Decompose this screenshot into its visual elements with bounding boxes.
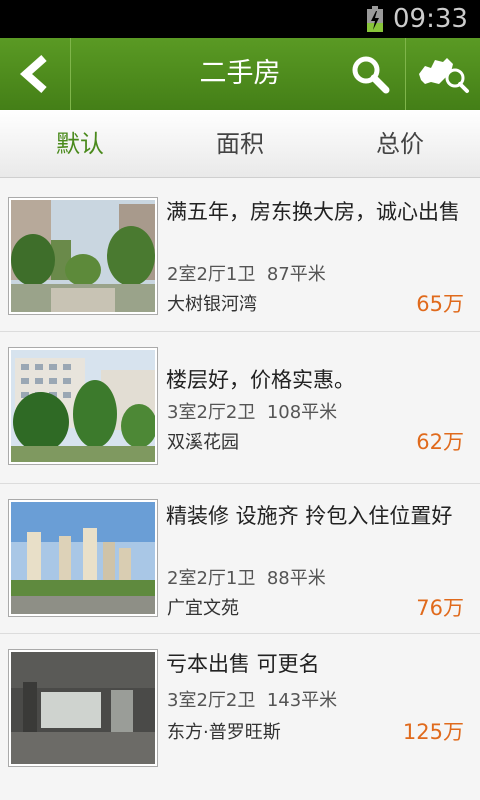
search-button[interactable] [336,38,404,110]
listing-photo [9,348,157,464]
listing-title: 楼层好，价格实惠。 [166,368,355,392]
battery-charging-icon [367,6,383,32]
title-bar: 二手房 [0,38,480,110]
listing-area: 143平米 [266,690,338,711]
status-bar: 09:33 [0,0,480,38]
listing-area: 87平米 [266,264,326,285]
listing-price: 62万 [416,430,464,454]
listing-photo [9,198,157,314]
listing-estate: 广宜文苑 [167,598,239,619]
divider [70,38,71,110]
tab-default[interactable]: 默认 [0,110,160,177]
listing-layout: 3室2厅2卫 [167,690,256,711]
listing-price: 76万 [416,596,464,620]
listing-title: 亏本出售 可更名 [166,652,320,676]
listing-title: 精装修 设施齐 拎包入住位置好 [166,504,453,528]
listing-item[interactable]: 精装修 设施齐 拎包入住位置好 2室2厅1卫 88平米 广宜文苑 76万 [0,484,480,634]
listing-layout: 3室2厅2卫 [167,402,256,423]
listing-estate: 东方·普罗旺斯 [167,722,281,743]
listing-photo [9,650,157,766]
back-button[interactable] [0,38,70,110]
listing-price: 125万 [402,720,464,744]
status-time: 09:33 [393,4,468,34]
listing-estate: 双溪花园 [167,432,239,453]
listing-item[interactable]: 楼层好，价格实惠。 3室2厅2卫 108平米 双溪花园 62万 [0,332,480,484]
search-icon [352,56,390,94]
tab-total-price[interactable]: 总价 [320,110,480,177]
listing-item[interactable]: 亏本出售 可更名 3室2厅2卫 143平米 东方·普罗旺斯 125万 [0,634,480,800]
listing-title: 满五年，房东换大房，诚心出售 [166,200,460,224]
map-search-button[interactable] [406,38,480,110]
listing-photo [9,500,157,616]
map-search-icon [419,58,469,93]
listing-area: 108平米 [266,402,338,423]
listing-item[interactable]: 满五年，房东换大房，诚心出售 2室2厅1卫 87平米 大树银河湾 65万 [0,178,480,332]
listing-rooms: 3室2厅2卫 108平米 [167,398,337,424]
listing-estate: 大树银河湾 [167,294,257,315]
sort-tabs: 默认 面积 总价 [0,110,480,178]
listing-rooms: 3室2厅2卫 143平米 [167,686,337,712]
back-arrow-icon [19,55,47,93]
listing-rooms: 2室2厅1卫 88平米 [167,564,326,590]
listing-price: 65万 [416,292,464,316]
listing-layout: 2室2厅1卫 [167,568,256,589]
listing-rooms: 2室2厅1卫 87平米 [167,260,326,286]
listing-layout: 2室2厅1卫 [167,264,256,285]
listing-area: 88平米 [266,568,326,589]
listing-list: 满五年，房东换大房，诚心出售 2室2厅1卫 87平米 大树银河湾 65万 楼层好… [0,178,480,800]
tab-area[interactable]: 面积 [160,110,320,177]
